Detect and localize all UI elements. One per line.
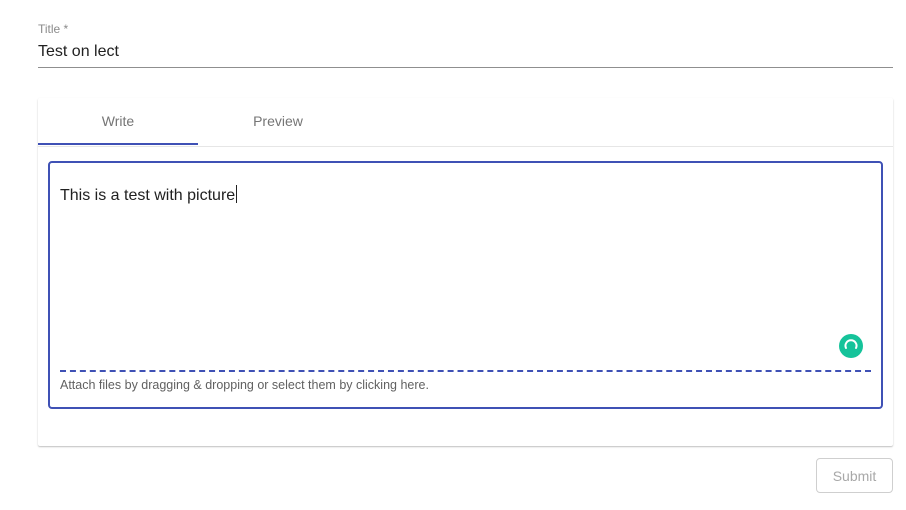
title-field: Title *: [38, 20, 893, 68]
title-input[interactable]: [38, 40, 893, 64]
tab-preview[interactable]: Preview: [198, 98, 358, 146]
active-tab-indicator: [38, 143, 198, 145]
submit-button[interactable]: Submit: [816, 458, 893, 493]
text-caret: [236, 185, 238, 203]
grammarly-glyph: [844, 339, 858, 349]
attach-drop-divider: [60, 370, 871, 372]
tab-write[interactable]: Write: [38, 98, 198, 146]
editor-card: Write Preview This is a test with pictur…: [38, 98, 893, 446]
grammarly-icon[interactable]: [839, 334, 863, 358]
editor-content[interactable]: This is a test with picture: [60, 185, 238, 205]
attach-files-zone[interactable]: Attach files by dragging & dropping or s…: [60, 378, 429, 392]
editor-textarea[interactable]: This is a test with picture Attach files…: [48, 161, 883, 409]
editor-text: This is a test with picture: [60, 187, 236, 204]
title-underline: [38, 67, 893, 68]
editor-tabs: Write Preview: [38, 98, 893, 147]
issue-form: Title * Write Preview This is a test wit…: [0, 0, 906, 510]
title-label: Title *: [38, 22, 69, 36]
